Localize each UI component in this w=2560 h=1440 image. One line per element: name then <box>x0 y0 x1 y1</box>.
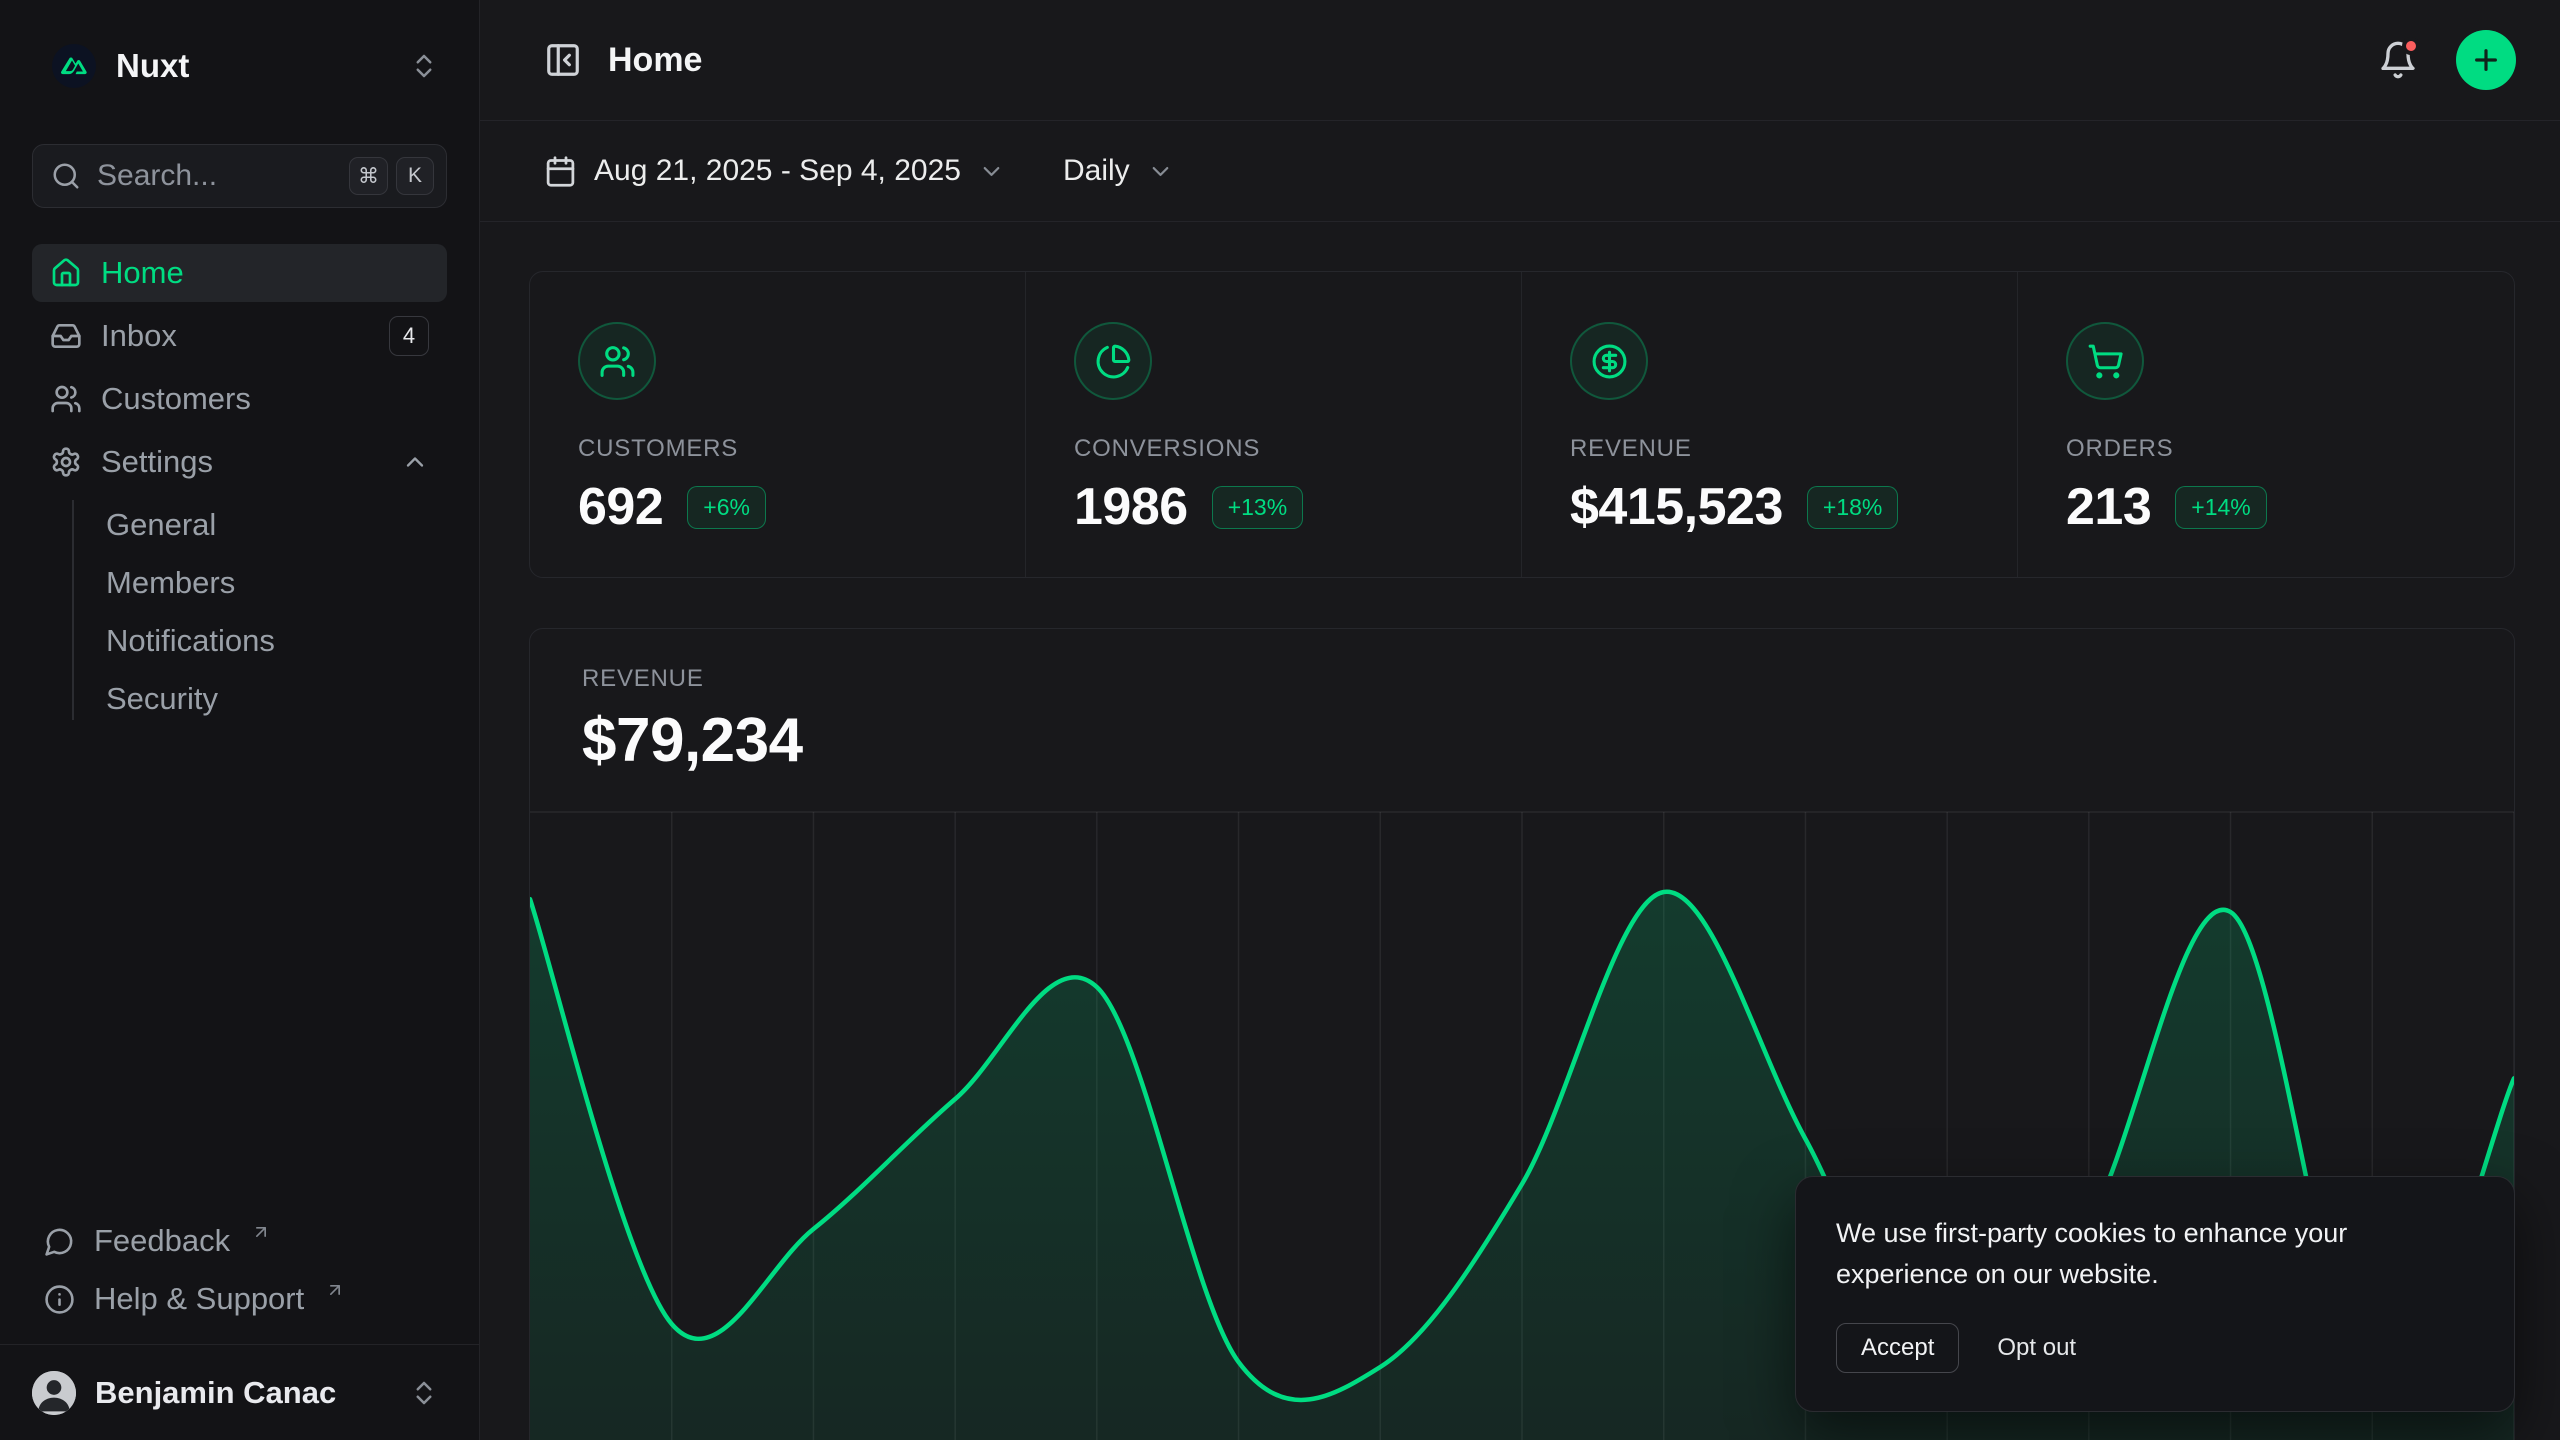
stat-card-customers: CUSTOMERS 692 +6% <box>530 272 1026 578</box>
date-range-value: Aug 21, 2025 - Sep 4, 2025 <box>594 154 961 188</box>
workspace-name: Nuxt <box>116 47 189 85</box>
sidebar-item-inbox[interactable]: Inbox 4 <box>32 307 447 365</box>
search-icon <box>51 161 81 191</box>
stat-value: 213 <box>2066 477 2151 537</box>
sidebar-item-customers[interactable]: Customers <box>32 370 447 428</box>
notification-dot <box>2402 37 2420 55</box>
search-placeholder: Search... <box>97 159 217 193</box>
create-button[interactable] <box>2456 30 2516 90</box>
users-icon <box>578 322 656 400</box>
home-icon <box>50 257 82 289</box>
stat-label: REVENUE <box>1570 435 1969 463</box>
revenue-total: $79,234 <box>582 705 2466 776</box>
stat-value: 692 <box>578 477 663 537</box>
sidebar-footer: Feedback Help & Support <box>0 1212 479 1344</box>
sidebar-item-notifications[interactable]: Notifications <box>106 612 447 670</box>
gear-icon <box>50 446 82 478</box>
chevron-down-icon <box>1147 158 1174 185</box>
stats-row: CUSTOMERS 692 +6% CONVERSIONS 1986 +13% REVENU… <box>529 271 2515 578</box>
stat-label: CUSTOMERS <box>578 435 977 463</box>
users-icon <box>50 383 82 415</box>
external-link-icon <box>325 1280 345 1300</box>
stat-card-orders: ORDERS 213 +14% <box>2018 272 2514 578</box>
date-range-picker[interactable]: Aug 21, 2025 - Sep 4, 2025 <box>544 154 1005 188</box>
accept-cookies-button[interactable]: Accept <box>1836 1323 1959 1373</box>
sidebar-item-help-support[interactable]: Help & Support <box>32 1270 447 1328</box>
chevron-down-icon <box>978 158 1005 185</box>
plus-icon <box>2470 44 2502 76</box>
sidebar-item-security[interactable]: Security <box>106 670 447 728</box>
chevrons-up-down-icon <box>409 51 439 81</box>
kbd-k: K <box>396 157 434 195</box>
stat-delta-badge: +14% <box>2175 486 2266 529</box>
chevron-up-icon <box>401 448 429 476</box>
sidebar-item-general[interactable]: General <box>106 496 447 554</box>
user-menu[interactable]: Benjamin Canac <box>0 1344 479 1440</box>
pie-icon <box>1074 322 1152 400</box>
stat-delta-badge: +13% <box>1212 486 1303 529</box>
sidebar-item-label: Home <box>101 255 184 291</box>
sidebar-item-settings[interactable]: Settings <box>32 433 447 491</box>
sidebar-item-feedback[interactable]: Feedback <box>32 1212 447 1270</box>
stat-value: $415,523 <box>1570 477 1783 537</box>
sidebar-subnav-settings: GeneralMembersNotificationsSecurity <box>32 496 447 728</box>
sidebar-item-label: Settings <box>101 444 213 480</box>
notifications-button[interactable] <box>2378 40 2418 80</box>
chat-icon <box>44 1226 75 1257</box>
search-input[interactable]: Search... ⌘ K <box>32 144 447 208</box>
page-title: Home <box>608 41 702 80</box>
topbar: Home <box>480 0 2560 121</box>
info-icon <box>44 1284 75 1315</box>
stat-card-revenue: REVENUE $415,523 +18% <box>1522 272 2018 578</box>
revenue-label: REVENUE <box>582 665 2466 693</box>
sidebar-item-label: Feedback <box>94 1223 230 1259</box>
sidebar-item-label: Customers <box>101 381 251 417</box>
panel-left-icon <box>544 41 582 79</box>
granularity-value: Daily <box>1063 154 1130 188</box>
kbd-cmd: ⌘ <box>349 157 388 195</box>
stat-value: 1986 <box>1074 477 1188 537</box>
optout-cookies-button[interactable]: Opt out <box>1977 1324 2096 1372</box>
stat-delta-badge: +6% <box>687 486 766 529</box>
stat-card-conversions: CONVERSIONS 1986 +13% <box>1026 272 1522 578</box>
granularity-select[interactable]: Daily <box>1063 154 1174 188</box>
search-shortcut: ⌘ K <box>349 157 434 195</box>
avatar <box>32 1371 76 1415</box>
sidebar-item-home[interactable]: Home <box>32 244 447 302</box>
sidebar-item-label: Inbox <box>101 318 177 354</box>
workspace-switcher[interactable]: Nuxt <box>52 38 439 94</box>
sidebar-nav: Home Inbox 4 Customers Settings GeneralMember… <box>32 244 447 732</box>
inbox-icon <box>50 320 82 352</box>
stat-label: ORDERS <box>2066 435 2466 463</box>
stat-label: CONVERSIONS <box>1074 435 1473 463</box>
sidebar-toggle-button[interactable] <box>544 41 582 79</box>
sidebar-item-label: Help & Support <box>94 1281 304 1317</box>
external-link-icon <box>251 1222 271 1242</box>
filter-bar: Aug 21, 2025 - Sep 4, 2025 Daily <box>480 121 2560 222</box>
nuxt-logo-icon <box>52 44 96 88</box>
sidebar-item-members[interactable]: Members <box>106 554 447 612</box>
cart-icon <box>2066 322 2144 400</box>
stat-delta-badge: +18% <box>1807 486 1898 529</box>
cookie-consent-toast: We use first-party cookies to enhance yo… <box>1795 1176 2515 1412</box>
dollar-icon <box>1570 322 1648 400</box>
sidebar: Nuxt Search... ⌘ K Home Inbox 4 Customers Se… <box>0 0 480 1440</box>
user-name: Benjamin Canac <box>95 1375 336 1411</box>
cookie-message: We use first-party cookies to enhance yo… <box>1836 1213 2426 1295</box>
chevrons-up-down-icon <box>409 1378 439 1408</box>
inbox-count-badge: 4 <box>389 316 429 356</box>
calendar-icon <box>544 155 577 188</box>
